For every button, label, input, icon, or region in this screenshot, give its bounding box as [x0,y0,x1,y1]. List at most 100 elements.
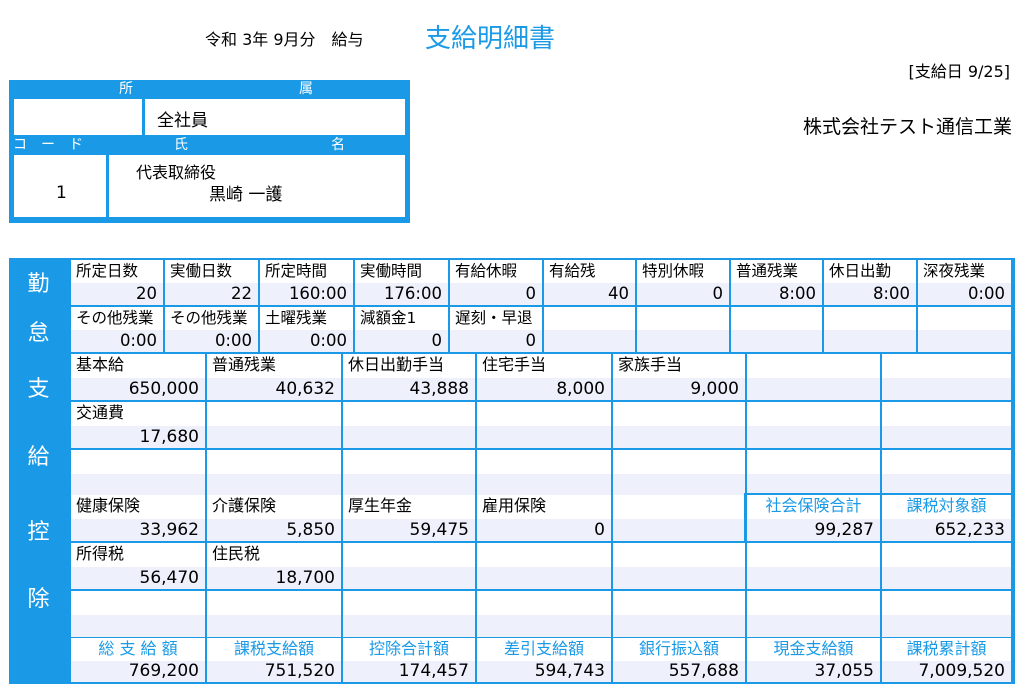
payment-cell-value: 9,000 [690,379,739,399]
employee-role: 代表取締役 [136,163,217,182]
attendance-cell: 特別休暇 0 [637,260,729,305]
attendance-cell-label: 休日出勤 [829,262,892,280]
employee-box: 所 属 全社員 コ ー ド 氏 名 1 代表取締役 黒崎 一護 [9,80,410,223]
deduction-cell: 所得税 56,470 [71,543,205,589]
total-cell-label: 銀行振込額 [638,639,719,658]
total-cell-value: 557,688 [668,661,739,681]
payment-cell [343,402,475,448]
deduction-cell-value: 0 [594,520,605,540]
payment-cell-label: 家族手当 [618,355,683,374]
attendance-cell: 休日出勤 8:00 [824,260,916,305]
attendance-cell: 実働時間 176:00 [355,260,448,305]
payment-cell [882,402,1011,448]
attendance-cell-label: 所定時間 [265,262,328,280]
deduction-category-2: 除 [27,587,50,612]
deduction-cell-empty [343,591,475,637]
total-cell-label: 課税支給額 [233,639,314,658]
attendance-cell: その他残業 0:00 [71,307,163,352]
deduction-cell-label: 厚生年金 [348,496,413,515]
dept-value: 全社員 [157,111,208,131]
name-label-2: 名 [331,137,345,153]
name-cell: 代表取締役 黒崎 一護 [109,155,405,217]
total-cell-label: 差引支給額 [503,639,584,658]
total-cell: 課税累計額 7,009,520 [882,638,1011,682]
attendance-cell [544,307,635,352]
deduction-cell-empty [477,591,611,637]
pay-date: [支給日 9/25] [908,62,1010,81]
attendance-cell-value: 160:00 [288,284,347,303]
attendance-cell: 遅刻・早退 0 [450,307,542,352]
total-cell-label: 控除合計額 [368,639,449,658]
pay-period: 令和 3年 9月分 給与 [205,30,364,49]
attendance-cell [824,307,916,352]
attendance-cell-value: 0 [431,331,443,350]
attendance-cell [637,307,729,352]
total-cell: 総 支 給 額 769,200 [71,638,205,682]
attendance-cell-value: 0 [525,331,537,350]
attendance-cell: 所定日数 20 [71,260,163,305]
attendance-cell-value: 0:00 [119,331,157,350]
attendance-cell-value: 0:00 [214,331,252,350]
attendance-cell: その他残業 0:00 [165,307,258,352]
attendance-cell-value: 0 [712,284,724,303]
payment-cell-label: 普通残業 [212,355,277,374]
payment-cell-empty [613,450,745,496]
attendance-cell [731,307,822,352]
attendance-cell: 普通残業 8:00 [731,260,822,305]
deduction-cell-empty [882,591,1011,637]
payment-cell: 住宅手当 8,000 [477,354,611,400]
deduction-cell-value: 33,962 [139,520,199,540]
total-cell-value: 37,055 [814,661,874,681]
deduction-cell [882,543,1011,589]
payment-cell-empty [343,450,475,496]
deduction-cell-label: 雇用保険 [482,496,547,515]
attendance-cell-value: 0:00 [309,331,347,350]
payment-cell-label: 交通費 [76,403,125,422]
total-cell: 課税支給額 751,520 [207,638,341,682]
deduction-cell-empty [613,591,745,637]
payment-cell: 交通費 17,680 [71,402,205,448]
payment-cell-value: 17,680 [139,427,199,447]
employee-code: 1 [56,183,67,203]
payment-cell-empty [882,450,1011,496]
deduction-cell [613,543,745,589]
total-cell-value: 7,009,520 [918,661,1005,681]
payment-cell: 普通残業 40,632 [207,354,341,400]
total-cell: 現金支給額 37,055 [747,638,880,682]
deduction-cell [343,543,475,589]
attendance-cell-label: 有給残 [549,262,596,280]
deduction-cell-label: 健康保険 [76,496,141,515]
payment-cell-label: 休日出勤手当 [348,355,445,374]
payment-cell: 基本給 650,000 [71,354,205,400]
payment-cell [207,402,341,448]
total-cell: 控除合計額 174,457 [343,638,475,682]
code-cell: 1 [14,155,106,217]
attendance-cell-value: 176:00 [383,284,442,303]
attendance-cell: 深夜残業 0:00 [918,260,1011,305]
attendance-cell-value: 8:00 [778,284,816,303]
deduction-summary-cell-value: 99,287 [814,520,874,540]
deduction-cell-value: 59,475 [409,520,469,540]
total-cell-value: 594,743 [534,661,605,681]
deduction-cell-value: 56,470 [139,568,199,588]
deduction-summary-cell: 課税対象額 652,233 [882,495,1011,541]
deduction-cell [747,543,880,589]
attendance-cell: 実働日数 22 [165,260,258,305]
attendance-cell [918,307,1011,352]
total-cell: 差引支給額 594,743 [477,638,611,682]
payment-cell-value: 650,000 [128,379,199,399]
payment-category-1: 支 [27,377,50,402]
attendance-cell-label: その他残業 [76,309,154,327]
attendance-cell-value: 22 [231,284,252,303]
payment-cell [747,354,880,400]
attendance-cell-value: 20 [136,284,157,303]
deduction-summary-cell-label: 課税対象額 [906,496,987,515]
payment-cell: 家族手当 9,000 [613,354,745,400]
dept-blank [14,99,142,135]
payment-cell-value: 43,888 [409,379,469,399]
payment-cell [477,402,611,448]
payment-cell [882,354,1011,400]
attendance-cell-label: 遅刻・早退 [455,309,533,327]
deduction-cell-value: 5,850 [286,520,335,540]
payment-category-2: 給 [27,445,50,470]
